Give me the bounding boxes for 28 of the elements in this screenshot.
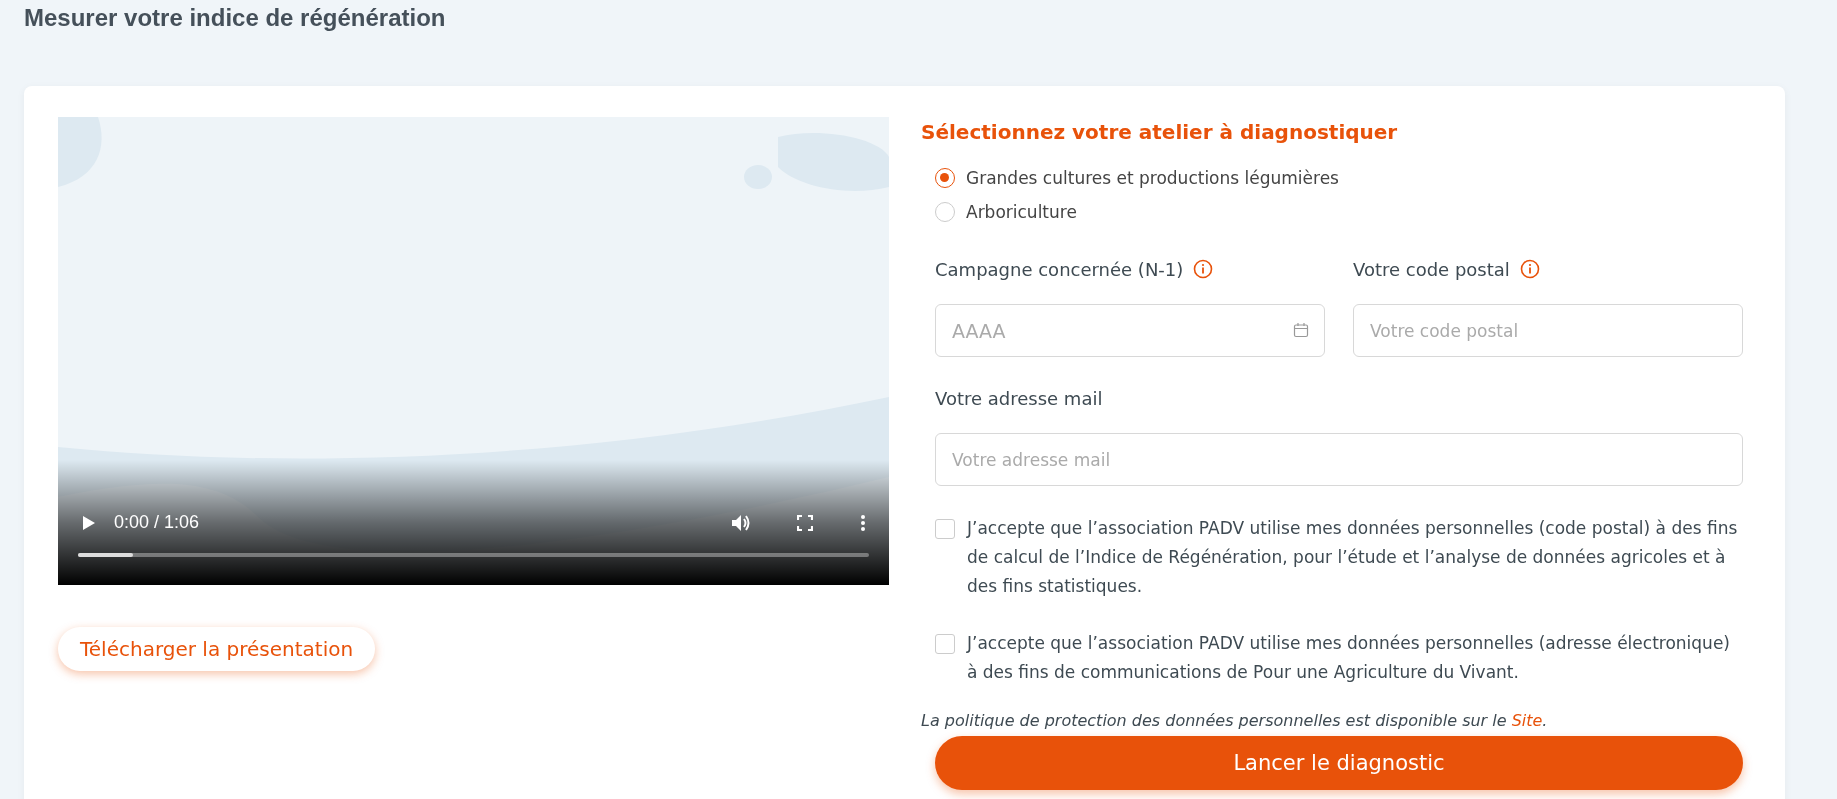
info-icon[interactable] [1193, 259, 1214, 279]
play-icon[interactable] [82, 514, 96, 531]
site-link[interactable]: Site [1511, 711, 1543, 730]
checkbox[interactable] [935, 519, 955, 539]
submit-button[interactable]: Lancer le diagnostic [935, 736, 1743, 790]
volume-icon[interactable] [731, 513, 751, 532]
page-title: Mesurer votre indice de régénération [24, 3, 447, 32]
video-player[interactable]: 0:00 / 1:06 [58, 117, 889, 585]
fullscreen-icon[interactable] [797, 514, 813, 531]
field-label: Votre code postal [1353, 258, 1510, 280]
form-heading: Sélectionnez votre atelier à diagnostiquer [921, 120, 1399, 144]
progress-track[interactable] [78, 553, 869, 557]
field-label: Votre adresse mail [935, 387, 1103, 409]
calendar-icon[interactable] [1293, 322, 1309, 338]
option-label: Grandes cultures et productions légumières [966, 168, 1339, 188]
option-label: Arboriculture [966, 202, 1077, 222]
info-icon[interactable] [1519, 259, 1540, 279]
field-label: Campagne concernée (N-1) [935, 258, 1184, 280]
input-field[interactable]: Votre code postal [1353, 304, 1743, 357]
download-button[interactable]: Télécharger la présentation [58, 627, 376, 671]
video-time: 0:00 / 1:06 [114, 512, 200, 533]
privacy-text: La politique de protection des données personnelles est disponible sur le Site. [921, 711, 1549, 730]
input-field[interactable]: AAAA [935, 304, 1325, 357]
more-icon[interactable] [861, 514, 865, 531]
consent-text: J’accepte que l’association PADV utilise mes données personnelles (adresse électronique) à des fins de communications de Pour une Agriculture du Vivant. [967, 632, 1731, 684]
input-field[interactable]: Votre adresse mail [935, 433, 1743, 486]
checkbox[interactable] [935, 634, 955, 654]
consent-text: J’accepte que l’association PADV utilise mes données personnelles (code postal) à des fins de calcul de l’Indice de Régénération, pour l’étude et l’analyse de données agricoles et à des fins statistiques. [967, 517, 1739, 598]
